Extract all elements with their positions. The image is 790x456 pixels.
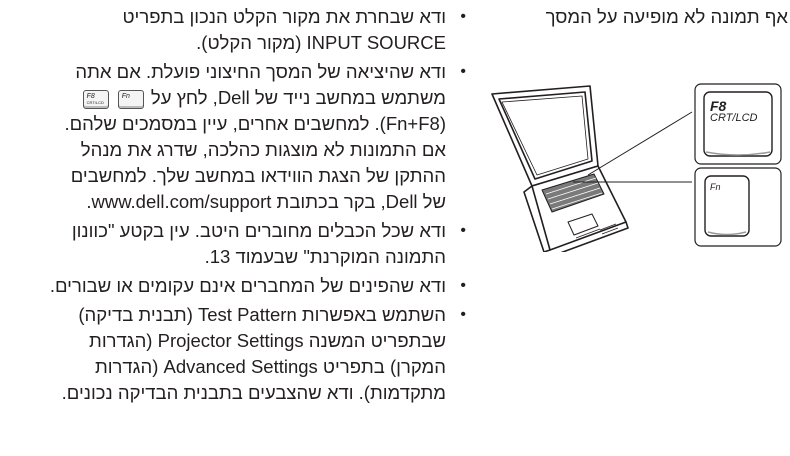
- bullet: •: [460, 306, 466, 323]
- fn-chip-label: Fn: [121, 92, 130, 100]
- list-item-line: INPUT SOURCE (מקור הקלט).: [196, 32, 446, 53]
- fn-key-icon: Fn: [117, 89, 144, 109]
- list-item-line: ודא שכל הכבלים מחוברים היטב. עין בקטע "כ…: [71, 220, 446, 241]
- problem-description: אף תמונה לא מופיעה על המסך: [545, 6, 788, 27]
- list-item: • השתמש באפשרות Test Pattern (תבנית בדיק…: [0, 302, 468, 406]
- f8-key-icon: F8 CRT/LCD: [82, 89, 109, 109]
- bullet: •: [460, 222, 466, 239]
- list-item-line: מתקדמות). ודא שהצבעים בתבנית הבדיקה נכונ…: [61, 382, 446, 403]
- crt-lcd-chip-label: CRT/LCD: [86, 99, 104, 105]
- laptop-illustration: F8 CRT/LCD Fn: [480, 82, 788, 257]
- bullet: •: [460, 277, 466, 294]
- list-item-line: ודא שבחרת את מקור הקלט הנכון בתפריט: [122, 6, 446, 27]
- list-item-line: אם התמונות לא מוצגות כהלכה, שדרג את מנהל: [80, 139, 446, 160]
- list-item-line: המקרן) בתפריט Advanced Settings (הגדרות: [94, 356, 446, 377]
- list-item-line: שבתפריט המשנה Projector Settings (הגדרות: [89, 330, 446, 351]
- crt-lcd-key-label: CRT/LCD: [710, 112, 758, 124]
- fn-key-callout: [694, 167, 782, 247]
- list-item-text: משתמש במחשב נייד של Dell, לחץ על: [150, 87, 446, 108]
- list-item-line: ודא שהפינים של המחברים אינם עקומים או שב…: [49, 275, 446, 296]
- bullet: •: [460, 8, 466, 25]
- list-item: • ודא שבחרת את מקור הקלט הנכון בתפריט IN…: [0, 4, 468, 56]
- f8-key-callout: [694, 83, 782, 165]
- list-item-line: התמונה המוקרנת" שבעמוד 13.: [204, 246, 446, 267]
- list-item: • ודא שהיציאה של המסך החיצוני פועלת. אם …: [0, 59, 468, 215]
- list-item-line: השתמש באפשרות Test Pattern (תבנית בדיקה): [78, 304, 446, 325]
- list-item-line: ודא שהיציאה של המסך החיצוני פועלת. אם את…: [75, 61, 446, 82]
- list-item: • ודא שכל הכבלים מחוברים היטב. עין בקטע …: [0, 218, 468, 270]
- fn-key-label: Fn: [710, 182, 721, 192]
- list-item: • ודא שהפינים של המחברים אינם עקומים או …: [0, 273, 468, 299]
- laptop-figure-svg: [491, 83, 782, 257]
- list-item-line: (Fn+F8). למחשבים אחרים, עיין במסמכים שלה…: [64, 113, 447, 134]
- bullet: •: [460, 63, 466, 80]
- list-item-line: ההתקן של הצגת הווידאו במחשב שלך. למחשבים: [70, 165, 446, 186]
- list-item-line: של Dell, בקר בכתובת www.dell.com/support…: [86, 191, 446, 212]
- manual-page: אף תמונה לא מופיעה על המסך F8 CRT/LCD Fn…: [0, 0, 790, 456]
- list-item-line: משתמש במחשב נייד של Dell, לחץ על Fn F8 CR…: [0, 85, 446, 111]
- solutions-list: • ודא שבחרת את מקור הקלט הנכון בתפריט IN…: [0, 4, 468, 409]
